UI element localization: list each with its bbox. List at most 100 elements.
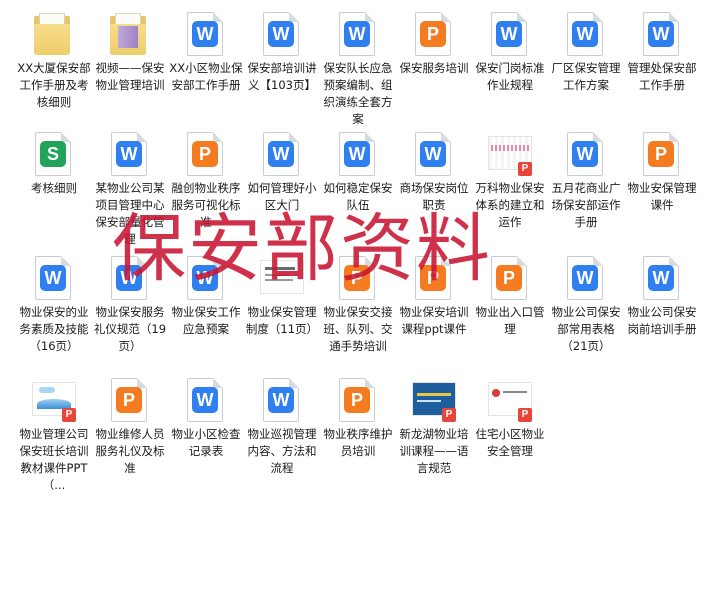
word-icon: W: [564, 132, 608, 176]
word-icon: W: [32, 256, 76, 300]
file-item[interactable]: W 厂区保安管理工作方案: [548, 10, 624, 94]
pdf-thumb-icon: P: [412, 378, 456, 422]
word-icon: W: [108, 256, 152, 300]
file-label: 万科物业保安体系的建立和运作: [475, 181, 545, 229]
ppt-icon: P: [412, 12, 456, 56]
file-label: 物业保安交接班、队列、交通手势培训: [323, 305, 393, 353]
word-icon: W: [336, 12, 380, 56]
file-item[interactable]: XX大厦保安部工作手册及考核细则: [16, 10, 92, 111]
ppt-icon: P: [108, 378, 152, 422]
doc-thumb-icon: [260, 256, 304, 300]
pdf-thumb-icon: P: [32, 378, 76, 422]
file-label: 厂区保安管理工作方案: [551, 61, 621, 92]
file-item[interactable]: W XX小区物业保安部工作手册: [168, 10, 244, 94]
file-label: 住宅小区物业安全管理: [475, 427, 545, 458]
file-label: 保安队长应急预案编制、组织演练全套方案: [323, 61, 393, 126]
file-label: 融创物业秩序服务可视化标准: [171, 181, 241, 229]
word-icon: W: [412, 132, 456, 176]
file-label: 物业巡视管理内容、方法和流程: [247, 427, 317, 475]
file-label: 物业保安培训课程ppt课件: [399, 305, 469, 336]
file-item[interactable]: P 融创物业秩序服务可视化标准: [168, 130, 244, 231]
file-label: 物业公司保安岗前培训手册: [627, 305, 697, 336]
file-item[interactable]: P 新龙湖物业培训课程——语言规范: [396, 376, 472, 477]
file-item[interactable]: W 物业巡视管理内容、方法和流程: [244, 376, 320, 477]
sheet-icon: S: [32, 132, 76, 176]
file-label: 物业保安工作应急预案: [171, 305, 241, 336]
file-label: XX小区物业保安部工作手册: [169, 61, 243, 92]
file-item[interactable]: P 住宅小区物业安全管理: [472, 376, 548, 460]
file-item[interactable]: P 保安服务培训: [396, 10, 472, 77]
file-item[interactable]: P 万科物业保安体系的建立和运作: [472, 130, 548, 231]
file-label: 物业保安服务礼仪规范（19页）: [93, 305, 167, 353]
file-item[interactable]: W 商场保安岗位职责: [396, 130, 472, 214]
file-label: 保安部培训讲义【103页】: [247, 61, 317, 92]
file-item[interactable]: W 五月花商业广场保安部运作手册: [548, 130, 624, 231]
file-label: 保安服务培训: [399, 61, 469, 75]
file-item[interactable]: W 物业保安服务礼仪规范（19页）: [92, 254, 168, 355]
file-item[interactable]: W 物业小区检查记录表: [168, 376, 244, 460]
file-label: 物业小区检查记录表: [171, 427, 241, 458]
file-label: 某物业公司某项目管理中心保安部量化管理: [95, 181, 165, 246]
file-label: 物业公司保安部常用表格（21页）: [551, 305, 621, 353]
file-item[interactable]: W 物业保安工作应急预案: [168, 254, 244, 338]
file-label: 考核细则: [31, 181, 77, 195]
file-item[interactable]: P 物业安保管理课件: [624, 130, 700, 214]
file-item[interactable]: W 如何管理好小区大门: [244, 130, 320, 214]
file-label: 如何管理好小区大门: [247, 181, 317, 212]
word-icon: W: [640, 12, 684, 56]
file-item[interactable]: P 物业管理公司保安班长培训教材课件PPT（...: [16, 376, 92, 494]
file-item[interactable]: W 保安门岗标准作业规程: [472, 10, 548, 94]
file-item[interactable]: 视频——保安物业管理培训: [92, 10, 168, 94]
file-item[interactable]: P 物业出入口管理: [472, 254, 548, 338]
file-item[interactable]: P 物业维修人员服务礼仪及标准: [92, 376, 168, 477]
file-item[interactable]: S 考核细则: [16, 130, 92, 197]
file-item[interactable]: P 物业秩序维护员培训: [320, 376, 396, 460]
ppt-icon: P: [488, 256, 532, 300]
file-label: 物业秩序维护员培训: [323, 427, 393, 458]
ppt-icon: P: [336, 378, 380, 422]
file-item[interactable]: W 物业保安的业务素质及技能（16页）: [16, 254, 92, 355]
pdf-thumb-icon: P: [488, 378, 532, 422]
file-label: 物业保安管理制度（11页）: [245, 305, 319, 336]
word-icon: W: [640, 256, 684, 300]
file-item[interactable]: W 物业公司保安岗前培训手册: [624, 254, 700, 338]
word-icon: W: [260, 12, 304, 56]
file-item[interactable]: W 物业公司保安部常用表格（21页）: [548, 254, 624, 355]
file-label: 商场保安岗位职责: [399, 181, 469, 212]
file-item[interactable]: P 物业保安培训课程ppt课件: [396, 254, 472, 338]
word-icon: W: [260, 378, 304, 422]
file-item[interactable]: P 物业保安交接班、队列、交通手势培训: [320, 254, 396, 355]
file-grid: XX大厦保安部工作手册及考核细则 视频——保安物业管理培训 W XX小区物业保安…: [0, 0, 703, 613]
file-label: 物业管理公司保安班长培训教材课件PPT（...: [19, 427, 89, 492]
ppt-icon: P: [184, 132, 228, 176]
file-label: 保安门岗标准作业规程: [475, 61, 545, 92]
file-label: 五月花商业广场保安部运作手册: [551, 181, 621, 229]
file-label: 物业维修人员服务礼仪及标准: [95, 427, 165, 475]
file-item[interactable]: 物业保安管理制度（11页）: [244, 254, 320, 338]
file-item[interactable]: W 保安部培训讲义【103页】: [244, 10, 320, 94]
file-label: 视频——保安物业管理培训: [95, 61, 165, 92]
word-icon: W: [108, 132, 152, 176]
file-item[interactable]: W 如何稳定保安队伍: [320, 130, 396, 214]
ppt-icon: P: [640, 132, 684, 176]
file-label: 物业保安的业务素质及技能（16页）: [19, 305, 89, 353]
file-item[interactable]: W 管理处保安部工作手册: [624, 10, 700, 94]
word-icon: W: [184, 256, 228, 300]
file-item[interactable]: W 某物业公司某项目管理中心保安部量化管理: [92, 130, 168, 248]
word-icon: W: [336, 132, 380, 176]
word-icon: W: [260, 132, 304, 176]
file-item[interactable]: W 保安队长应急预案编制、组织演练全套方案: [320, 10, 396, 128]
folder-icon: [32, 12, 76, 56]
file-label: 如何稳定保安队伍: [323, 181, 393, 212]
file-label: 新龙湖物业培训课程——语言规范: [399, 427, 469, 475]
ppt-icon: P: [336, 256, 380, 300]
file-label: 物业安保管理课件: [627, 181, 697, 212]
word-icon: W: [184, 378, 228, 422]
file-label: 管理处保安部工作手册: [627, 61, 697, 92]
word-icon: W: [564, 12, 608, 56]
file-label: XX大厦保安部工作手册及考核细则: [17, 61, 91, 109]
pdf-thumb-icon: P: [488, 132, 532, 176]
video-folder-icon: [108, 12, 152, 56]
word-icon: W: [184, 12, 228, 56]
word-icon: W: [488, 12, 532, 56]
